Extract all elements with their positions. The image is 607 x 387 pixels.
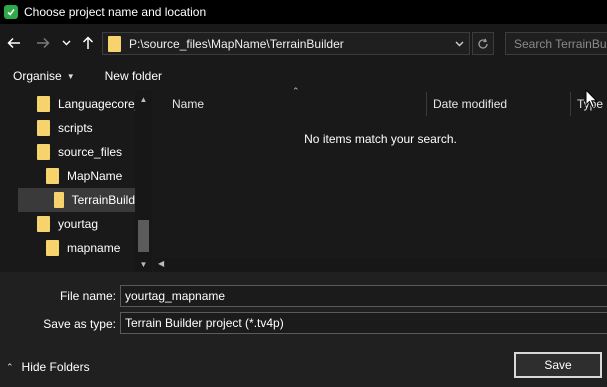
tree-item-label: mapname <box>67 241 121 255</box>
tree-item-terrainbuilder[interactable]: TerrainBuild <box>18 188 135 212</box>
tree-item-languagecore[interactable]: Languagecore_ <box>37 92 141 116</box>
refresh-icon <box>478 38 488 49</box>
tree-item-label: TerrainBuild <box>71 193 135 207</box>
save-as-type-select[interactable]: Terrain Builder project (*.tv4p) <box>120 312 607 334</box>
chevron-down-icon <box>62 40 70 46</box>
column-label: Date modified <box>433 97 508 111</box>
scroll-left-icon[interactable]: ◀ <box>158 259 164 268</box>
file-name-field[interactable]: yourtag_mapname <box>120 285 607 307</box>
column-header-row: ⌃ Name Date modified Type <box>154 86 607 118</box>
organise-menu-button[interactable]: Organise ▼ <box>13 69 75 83</box>
caret-down-icon: ▼ <box>66 71 75 81</box>
up-arrow-icon <box>82 36 94 49</box>
folder-icon <box>37 120 50 136</box>
tree-item-label: source_files <box>58 145 123 159</box>
chevron-down-icon <box>455 41 463 47</box>
back-arrow-icon <box>7 37 20 49</box>
window-title: Choose project name and location <box>24 5 207 19</box>
file-name-label: File name: <box>59 289 116 303</box>
back-button[interactable] <box>4 32 24 54</box>
folder-icon <box>46 168 59 184</box>
tree-item-label: MapName <box>67 169 123 183</box>
address-row: P:\source_files\MapName\TerrainBuilder <box>0 24 607 62</box>
title-bar: Choose project name and location <box>0 0 607 24</box>
save-button[interactable]: Save <box>514 352 602 378</box>
hide-folders-button[interactable]: ⌃ Hide Folders <box>6 360 90 374</box>
save-form: File name: yourtag_mapname Save as type:… <box>0 272 607 387</box>
navigation-pane: Languagecore_ scripts source_files MapNa… <box>0 90 152 272</box>
scroll-up-icon[interactable]: ▲ <box>135 93 152 105</box>
tree-item-mapname-folder[interactable]: MapName <box>46 164 122 188</box>
navigation-scrollbar[interactable]: ▲ ▼ <box>135 90 152 272</box>
address-dropdown-button[interactable] <box>451 35 467 53</box>
tree-item-label: scripts <box>58 121 93 135</box>
address-bar[interactable]: P:\source_files\MapName\TerrainBuilder <box>102 32 470 55</box>
chevron-up-icon: ⌃ <box>6 361 14 372</box>
search-input[interactable] <box>514 36 607 51</box>
folder-icon <box>54 192 64 208</box>
folder-icon <box>46 240 59 256</box>
tree-item-yourtag[interactable]: yourtag <box>37 212 98 236</box>
tree-item-scripts[interactable]: scripts <box>37 116 93 140</box>
folder-icon <box>37 96 50 112</box>
organise-label: Organise <box>13 69 62 83</box>
empty-message: No items match your search. <box>304 132 457 146</box>
folder-icon <box>37 144 50 160</box>
app-icon <box>4 5 18 19</box>
recent-locations-button[interactable] <box>58 32 74 54</box>
tree-item-label: Languagecore_ <box>58 97 142 111</box>
scrollbar-thumb[interactable] <box>138 220 149 252</box>
forward-arrow-icon <box>37 37 50 49</box>
forward-button[interactable] <box>33 32 53 54</box>
tree-item-label: yourtag <box>58 217 99 231</box>
horizontal-scrollbar[interactable]: ◀ <box>154 258 607 272</box>
hide-folders-label: Hide Folders <box>21 360 90 374</box>
up-button[interactable] <box>78 32 98 54</box>
command-bar: Organise ▼ New folder <box>0 62 607 90</box>
column-header-name[interactable]: Name <box>172 90 204 118</box>
sort-up-icon: ⌃ <box>292 86 300 96</box>
column-divider[interactable] <box>570 92 571 116</box>
file-list-pane: ⌃ Name Date modified Type No items match… <box>154 86 607 272</box>
tree-item-mapname[interactable]: mapname <box>46 236 120 260</box>
save-as-type-label: Save as type: <box>43 317 116 331</box>
folder-icon <box>108 35 121 52</box>
new-folder-button[interactable]: New folder <box>105 69 162 83</box>
save-label: Save <box>544 358 572 372</box>
folder-icon <box>37 216 50 232</box>
new-folder-label: New folder <box>104 69 162 83</box>
column-header-date-modified[interactable]: Date modified <box>433 90 507 118</box>
column-label: Name <box>172 97 205 111</box>
address-path: P:\source_files\MapName\TerrainBuilder <box>129 36 344 51</box>
tree-item-source-files[interactable]: source_files <box>37 140 122 164</box>
mouse-cursor-icon <box>585 89 598 109</box>
scroll-down-icon[interactable]: ▼ <box>135 258 152 270</box>
refresh-button[interactable] <box>472 32 494 55</box>
column-divider[interactable] <box>426 92 427 116</box>
search-box[interactable] <box>505 32 607 55</box>
